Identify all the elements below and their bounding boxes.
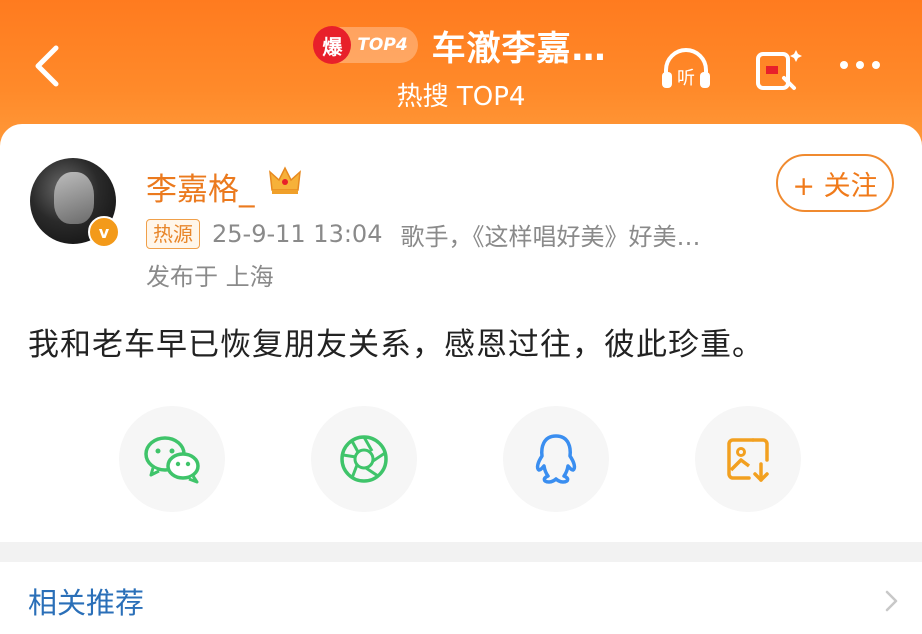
qq-icon: [535, 434, 577, 484]
save-image-button[interactable]: [695, 406, 801, 512]
related-section[interactable]: 相关推荐: [0, 562, 922, 634]
wechat-icon: [144, 436, 200, 484]
listen-icon[interactable]: 听: [658, 44, 714, 94]
svg-text:听: 听: [677, 68, 695, 89]
crown-icon: [269, 166, 301, 194]
avatar-photo: [54, 172, 94, 224]
post-location: 发布于 上海: [146, 263, 274, 291]
username[interactable]: 李嘉格_: [146, 164, 255, 209]
red-packet-search-icon[interactable]: [752, 44, 808, 94]
rank-label: TOP4: [357, 35, 408, 55]
hot-source-tag: 热源: [146, 219, 200, 249]
related-recommend-label: 相关推荐: [28, 586, 145, 620]
post-meta: 热源 25-9-11 13:04 歌手，《这样唱好美》好美…: [146, 216, 700, 252]
more-icon[interactable]: [834, 44, 890, 94]
post-content: 我和老车早已恢复朋友关系，感恩过往，彼此珍重。: [28, 327, 764, 363]
bao-icon: 爆: [313, 26, 352, 64]
save-image-icon: [727, 438, 769, 482]
hot-rank-badge: 爆 TOP4: [313, 26, 418, 64]
section-divider: [0, 542, 922, 562]
post-timestamp: 25-9-11 13:04: [212, 220, 383, 248]
moments-icon: [340, 435, 388, 483]
share-moments-button[interactable]: [311, 406, 417, 512]
post-card: v 李嘉格_ + 关注 热源 25-9-11 13:04 歌手，《这样唱好美》好…: [0, 124, 922, 542]
share-qq-button[interactable]: [503, 406, 609, 512]
share-wechat-button[interactable]: [119, 406, 225, 512]
chevron-right-icon: [885, 590, 898, 612]
follow-button[interactable]: + 关注: [776, 154, 894, 212]
page-title: 车澈李嘉…: [431, 28, 607, 69]
user-bio: 歌手，《这样唱好美》好美…: [400, 222, 701, 251]
verified-badge-icon: v: [88, 216, 120, 248]
